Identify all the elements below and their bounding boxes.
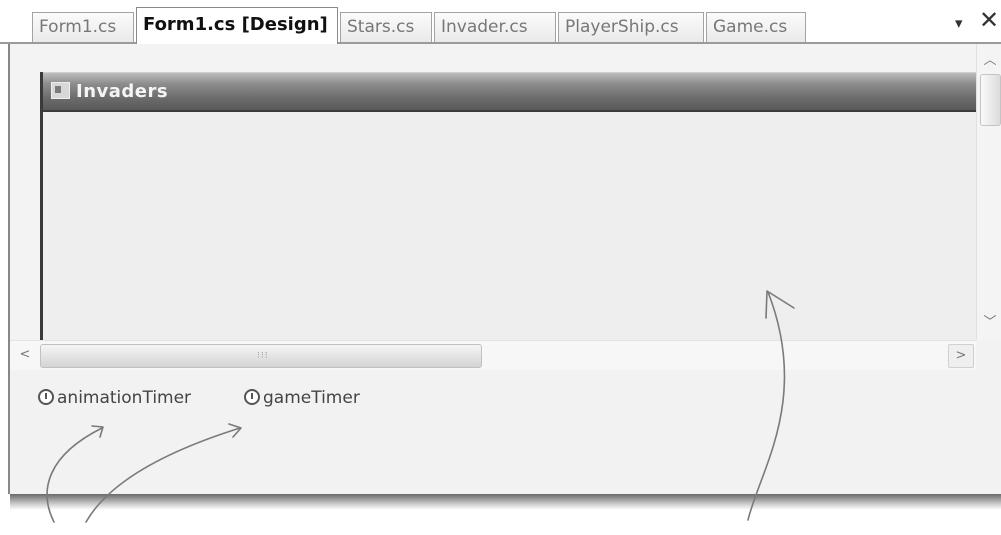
form-designer: Invaders ︿ ﹀ < ⁝⁝⁝ > animationTimer game… — [8, 44, 1001, 496]
horizontal-scrollbar[interactable]: < ⁝⁝⁝ > — [10, 340, 976, 370]
form-client-area[interactable] — [43, 112, 976, 340]
form-titlebar[interactable]: Invaders — [43, 72, 976, 112]
component-label: gameTimer — [263, 388, 360, 408]
scroll-left-button[interactable]: < — [14, 344, 36, 366]
form-title: Invaders — [76, 81, 169, 102]
timer-icon — [38, 389, 54, 405]
tab-game-cs[interactable]: Game.cs — [706, 12, 806, 42]
tab-stars-cs[interactable]: Stars.cs — [340, 12, 432, 42]
horizontal-scroll-thumb[interactable]: ⁝⁝⁝ — [40, 344, 482, 368]
tab-invader-cs[interactable]: Invader.cs — [434, 12, 556, 42]
chevron-down-icon[interactable]: ▾ — [955, 14, 963, 32]
form-icon — [51, 82, 70, 99]
vertical-scroll-thumb[interactable] — [980, 74, 1001, 126]
tab-form1-cs[interactable]: Form1.cs — [32, 12, 134, 42]
vertical-scrollbar[interactable]: ︿ ﹀ — [976, 44, 1001, 340]
document-tab-strip: Form1.cs Form1.cs [Design] Stars.cs Inva… — [0, 0, 1001, 44]
timer-icon — [244, 389, 260, 405]
window-bottom-shadow — [10, 494, 1001, 510]
scroll-grip-icon: ⁝⁝⁝ — [257, 351, 269, 361]
scroll-right-button[interactable]: > — [948, 344, 974, 368]
component-tray: animationTimer gameTimer — [10, 370, 1001, 496]
tab-playership-cs[interactable]: PlayerShip.cs — [558, 12, 704, 42]
tab-form1-design[interactable]: Form1.cs [Design] — [136, 7, 338, 44]
close-icon[interactable]: ✕ — [979, 6, 999, 34]
invaders-form[interactable]: Invaders — [40, 72, 976, 340]
design-canvas: Invaders — [10, 44, 976, 340]
component-label: animationTimer — [57, 388, 192, 408]
tray-item-animation-timer[interactable]: animationTimer — [38, 388, 191, 408]
tray-item-game-timer[interactable]: gameTimer — [244, 388, 360, 408]
scroll-up-button[interactable]: ︿ — [979, 50, 1001, 72]
scroll-down-button[interactable]: ﹀ — [979, 312, 1001, 334]
